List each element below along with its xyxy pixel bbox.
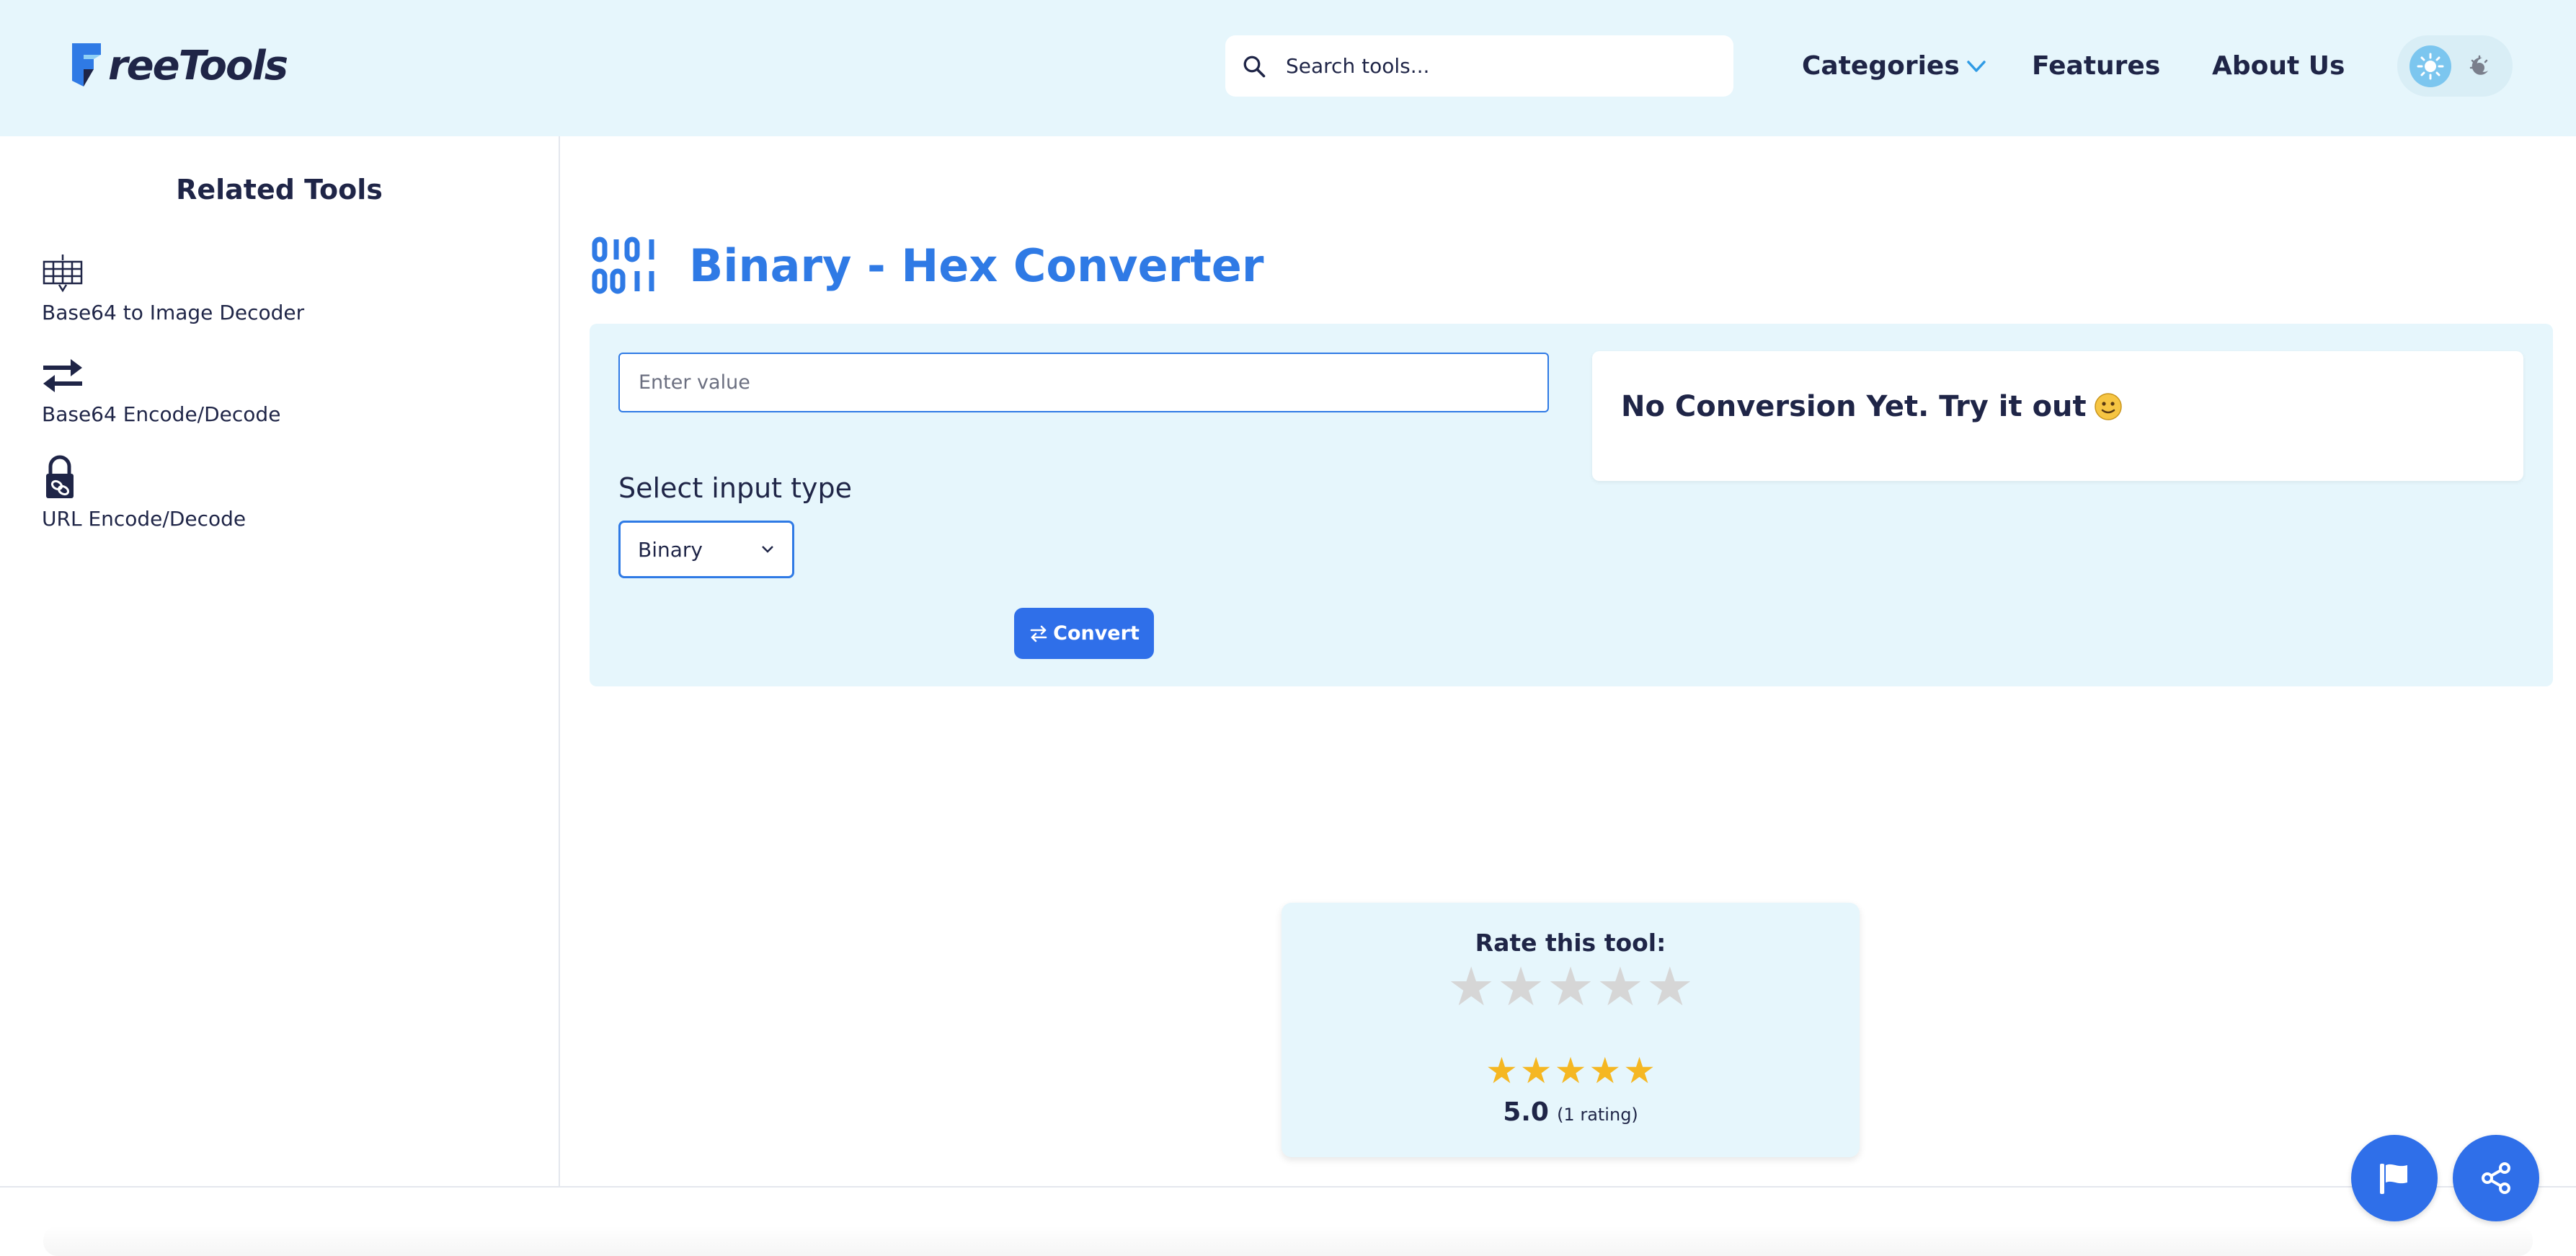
search-box[interactable]: [1225, 35, 1733, 97]
smile-emoji-icon: [2094, 393, 2122, 420]
nav-about-us[interactable]: About Us: [2212, 46, 2345, 87]
image-grid-icon: [43, 255, 83, 293]
theme-toggle[interactable]: [2397, 35, 2513, 97]
logo-mark-icon: [72, 43, 101, 87]
rate-stars: ★ ★ ★ ★ ★: [1447, 960, 1694, 1014]
footer-shadow: [43, 1226, 2533, 1256]
rating-card: Rate this tool: ★ ★ ★ ★ ★ ★ ★ ★ ★ ★ 5.0 …: [1282, 903, 1860, 1157]
rate-label: Rate this tool:: [1475, 929, 1666, 957]
sidebar-item-base64-to-image[interactable]: Base64 to Image Decoder: [42, 253, 304, 324]
result-card: No Conversion Yet. Try it out: [1592, 351, 2523, 481]
page-title: Binary - Hex Converter: [689, 239, 1264, 292]
average-star-2: ★: [1519, 1050, 1553, 1092]
rate-star-4[interactable]: ★: [1596, 960, 1644, 1014]
average-star-1: ★: [1485, 1050, 1518, 1092]
nav-about-label: About Us: [2212, 51, 2345, 81]
sidebar-item-label: Base64 to Image Decoder: [42, 301, 305, 324]
convert-label: Convert: [1053, 622, 1140, 645]
search-icon: [1243, 56, 1266, 77]
share-icon: [2482, 1162, 2510, 1194]
average-star-3: ★: [1554, 1050, 1587, 1092]
top-header: reeTools Categories Features About Us: [0, 0, 2576, 136]
average-star-5: ★: [1623, 1050, 1656, 1092]
rate-star-2[interactable]: ★: [1497, 960, 1545, 1014]
nav-features-label: Features: [2032, 51, 2161, 81]
input-type-value: Binary: [638, 537, 703, 562]
chevron-down-icon: [762, 546, 773, 553]
sidebar-item-base64-encode-decode[interactable]: Base64 Encode/Decode: [42, 356, 280, 426]
swap-icon: [1030, 625, 1047, 642]
average-rating: 5.0 (1 rating): [1282, 1097, 1860, 1127]
sidebar-item-url-encode-decode[interactable]: URL Encode/Decode: [42, 455, 246, 531]
nav-features[interactable]: Features: [2032, 46, 2160, 87]
nav-categories-label: Categories: [1802, 51, 1960, 81]
search-input[interactable]: [1284, 53, 1688, 79]
rating-count: (1 rating): [1557, 1105, 1638, 1125]
rate-star-1[interactable]: ★: [1447, 960, 1495, 1014]
share-button[interactable]: [2453, 1135, 2539, 1221]
flag-icon: [2380, 1164, 2407, 1194]
logo-text: reeTools: [108, 43, 288, 89]
sidebar-title: Related Tools: [176, 174, 383, 205]
converter-panel: Select input type Binary Convert No Conv…: [590, 324, 2553, 686]
chevron-down-icon: [1967, 61, 1986, 72]
light-mode-button[interactable]: [2410, 45, 2451, 87]
rate-star-5[interactable]: ★: [1646, 960, 1694, 1014]
footer-divider: [0, 1186, 2576, 1188]
dark-mode-button[interactable]: [2459, 45, 2500, 87]
sidebar-item-label: Base64 Encode/Decode: [42, 402, 281, 426]
nav-categories[interactable]: Categories: [1802, 46, 1987, 87]
sun-icon: [2417, 53, 2444, 79]
average-stars: ★ ★ ★ ★ ★: [1485, 1053, 1656, 1089]
rate-star-3[interactable]: ★: [1547, 960, 1594, 1014]
average-value: 5.0: [1503, 1097, 1549, 1127]
input-type-select[interactable]: Binary: [618, 521, 794, 578]
average-star-4: ★: [1589, 1050, 1622, 1092]
convert-button[interactable]: Convert: [1014, 608, 1154, 659]
lock-link-icon: [46, 455, 74, 498]
value-input[interactable]: [618, 353, 1549, 412]
result-text: No Conversion Yet. Try it out: [1621, 390, 2087, 423]
sidebar-item-label: URL Encode/Decode: [42, 507, 247, 531]
result-message: No Conversion Yet. Try it out: [1621, 390, 2123, 423]
page-header: Binary - Hex Converter: [591, 209, 1263, 322]
swap-arrows-icon: [43, 359, 82, 392]
report-button[interactable]: [2351, 1135, 2438, 1221]
moon-icon: [2469, 55, 2488, 75]
site-logo[interactable]: reeTools: [72, 43, 288, 89]
input-type-label: Select input type: [618, 472, 853, 504]
related-tools-sidebar: Related Tools Base64 to Image Decoder Ba…: [0, 136, 560, 1186]
binary-icon: [592, 236, 654, 294]
